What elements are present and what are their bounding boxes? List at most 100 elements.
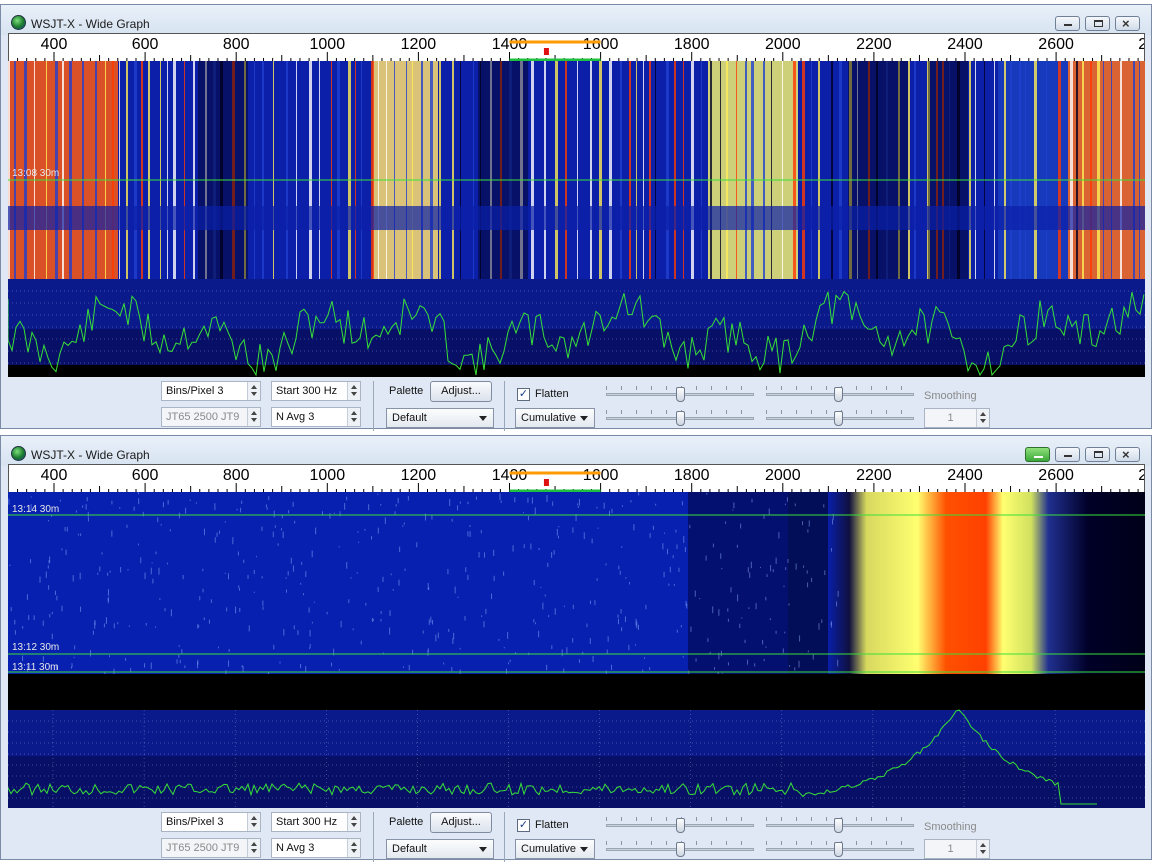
chevron-down-icon xyxy=(580,847,588,852)
palette-gain-slider[interactable] xyxy=(606,840,754,858)
spectrum-zero-slider[interactable] xyxy=(766,385,914,403)
minimize-button[interactable] xyxy=(1055,16,1080,31)
smoothing-value: 1 xyxy=(947,843,954,855)
waterfall-display[interactable]: 13:08 30m xyxy=(8,61,1145,279)
palette-gain-slider[interactable] xyxy=(606,409,754,427)
n-avg-spinbox[interactable]: N Avg 3 xyxy=(271,407,361,427)
spin-arrows[interactable] xyxy=(247,839,260,857)
close-button[interactable]: × xyxy=(1115,447,1140,462)
chevron-down-icon xyxy=(479,847,487,852)
palette-zero-slider[interactable] xyxy=(606,816,754,834)
jt65-jt9-value: JT65 2500 JT9 xyxy=(166,842,240,854)
ruler-tick-label: 2400 xyxy=(947,36,983,53)
start-frequency-spinbox[interactable]: Start 300 Hz xyxy=(271,812,361,832)
spin-arrows[interactable] xyxy=(247,813,260,831)
spectrum-gain-slider[interactable] xyxy=(766,409,914,427)
chevron-down-icon xyxy=(479,416,487,421)
wsjtx-globe-icon xyxy=(11,15,26,30)
palette-select[interactable]: Default xyxy=(386,408,494,428)
minimize-icon xyxy=(1064,24,1072,26)
smoothing-value: 1 xyxy=(947,412,954,424)
smoothing-spinbox[interactable]: 1 xyxy=(924,408,990,428)
spin-arrows[interactable] xyxy=(347,813,360,831)
palette-zero-slider[interactable] xyxy=(606,385,754,403)
title-bar[interactable]: WSJT-X - Wide Graph × xyxy=(1,5,1151,35)
ruler-tick-label: 2000 xyxy=(765,36,801,53)
ruler-tick-label: 2400 xyxy=(947,467,983,484)
restore-green-button[interactable] xyxy=(1025,447,1050,462)
spin-arrows[interactable] xyxy=(976,409,989,427)
window-title: WSJT-X - Wide Graph xyxy=(31,17,150,31)
waterfall-display[interactable]: 13:14 30m 13:12 30m 13:11 30m xyxy=(8,492,1145,674)
jt65-jt9-spinbox[interactable]: JT65 2500 JT9 xyxy=(161,407,261,427)
ruler-tick-label: 600 xyxy=(132,36,159,53)
ruler-tick-label: 28 xyxy=(1138,467,1145,484)
spectrum-display[interactable] xyxy=(8,674,1145,808)
spectrum-display[interactable] xyxy=(8,279,1145,377)
ruler-tick-label: 1400 xyxy=(492,36,528,53)
flatten-checkbox[interactable]: ✓ xyxy=(517,388,530,401)
palette-select-value: Default xyxy=(392,412,427,424)
slider-handle[interactable] xyxy=(676,842,685,857)
adjust-palette-button[interactable]: Adjust... xyxy=(430,381,492,402)
ruler-tick-label: 2200 xyxy=(856,467,892,484)
divider xyxy=(373,812,374,862)
frequency-ruler[interactable]: 400 600 800 1000 1200 1400 1600 1800 2000 2200 240… xyxy=(8,464,1145,492)
ruler-tick-label: 1200 xyxy=(401,467,437,484)
wsjtx-globe-icon xyxy=(11,446,26,461)
spectrum-zero-slider[interactable] xyxy=(766,816,914,834)
n-avg-spinbox[interactable]: N Avg 3 xyxy=(271,838,361,858)
start-frequency-value: Start 300 Hz xyxy=(276,816,338,828)
spin-arrows[interactable] xyxy=(347,382,360,400)
bins-per-pixel-value: Bins/Pixel 3 xyxy=(166,816,224,828)
minimize-icon xyxy=(1064,455,1072,457)
spin-arrows[interactable] xyxy=(976,840,989,858)
slider-handle[interactable] xyxy=(676,818,685,833)
smoothing-label: Smoothing xyxy=(924,390,977,402)
minimize-button[interactable] xyxy=(1055,447,1080,462)
adjust-palette-button[interactable]: Adjust... xyxy=(430,812,492,833)
spin-arrows[interactable] xyxy=(247,382,260,400)
ruler-tick-label: 2000 xyxy=(765,467,801,484)
bins-per-pixel-value: Bins/Pixel 3 xyxy=(166,385,224,397)
bins-per-pixel-spinbox[interactable]: Bins/Pixel 3 xyxy=(161,381,261,401)
ruler-tick-label: 400 xyxy=(41,467,68,484)
ruler-tick-label: 1800 xyxy=(674,36,710,53)
spectrum-mode-value: Cumulative xyxy=(521,843,577,855)
palette-select[interactable]: Default xyxy=(386,839,494,859)
spectrum-mode-select[interactable]: Cumulative xyxy=(515,408,595,428)
chevron-down-icon xyxy=(580,416,588,421)
start-frequency-spinbox[interactable]: Start 300 Hz xyxy=(271,381,361,401)
spin-arrows[interactable] xyxy=(347,408,360,426)
slider-handle[interactable] xyxy=(834,387,843,402)
waterfall-time-label: 13:11 30m xyxy=(12,662,59,673)
maximize-icon xyxy=(1094,20,1103,27)
slider-handle[interactable] xyxy=(676,387,685,402)
maximize-button[interactable] xyxy=(1085,16,1110,31)
smoothing-spinbox[interactable]: 1 xyxy=(924,839,990,859)
palette-label: Palette xyxy=(389,385,424,397)
spectrum-mode-select[interactable]: Cumulative xyxy=(515,839,595,859)
bins-per-pixel-spinbox[interactable]: Bins/Pixel 3 xyxy=(161,812,261,832)
slider-handle[interactable] xyxy=(676,411,685,426)
spin-arrows[interactable] xyxy=(347,839,360,857)
title-bar[interactable]: WSJT-X - Wide Graph × xyxy=(1,436,1151,466)
maximize-button[interactable] xyxy=(1085,447,1110,462)
ruler-tick-label: 1000 xyxy=(310,36,346,53)
divider xyxy=(504,381,505,431)
close-button[interactable]: × xyxy=(1115,16,1140,31)
ruler-tick-label: 800 xyxy=(223,467,250,484)
spin-arrows[interactable] xyxy=(247,408,260,426)
ruler-tick-label: 400 xyxy=(41,36,68,53)
slider-handle[interactable] xyxy=(834,411,843,426)
spectrum-gain-slider[interactable] xyxy=(766,840,914,858)
slider-handle[interactable] xyxy=(834,842,843,857)
flatten-checkbox[interactable]: ✓ xyxy=(517,819,530,832)
frequency-ruler[interactable]: 400 600 800 1000 1200 1400 1600 1800 2000 2200 240… xyxy=(8,33,1145,61)
jt65-jt9-spinbox[interactable]: JT65 2500 JT9 xyxy=(161,838,261,858)
n-avg-value: N Avg 3 xyxy=(276,842,315,854)
divider xyxy=(373,381,374,431)
slider-handle[interactable] xyxy=(834,818,843,833)
ruler-tick-label: 1600 xyxy=(583,36,619,53)
smoothing-label: Smoothing xyxy=(924,821,977,833)
